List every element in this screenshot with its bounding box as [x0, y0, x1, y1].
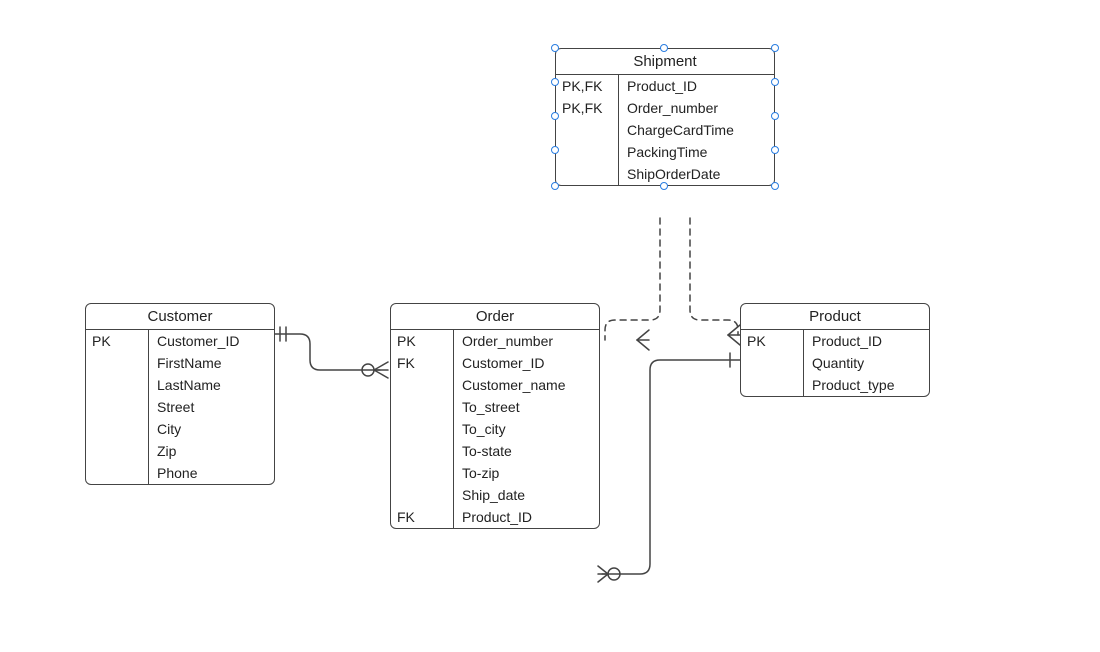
key-cell: FK	[391, 506, 454, 528]
key-cell	[86, 440, 149, 462]
field-cell: Product_type	[804, 374, 930, 396]
entity-product[interactable]: Product PKProduct_ID Quantity Product_ty…	[740, 303, 930, 397]
key-cell	[391, 462, 454, 484]
field-cell: To_street	[454, 396, 600, 418]
key-cell: PK,FK	[556, 97, 619, 119]
entity-fields: PKProduct_ID Quantity Product_type	[741, 330, 929, 396]
selection-handle[interactable]	[551, 78, 559, 86]
entity-order[interactable]: Order PKOrder_number FKCustomer_ID Custo…	[390, 303, 600, 529]
field-cell: Street	[149, 396, 275, 418]
field-cell: Phone	[149, 462, 275, 484]
key-cell	[391, 440, 454, 462]
entity-title: Customer	[86, 304, 274, 330]
field-cell: Customer_name	[454, 374, 600, 396]
key-cell	[741, 352, 804, 374]
field-cell: ShipOrderDate	[619, 163, 775, 185]
key-cell: FK	[391, 352, 454, 374]
key-cell	[391, 484, 454, 506]
key-cell: PK	[741, 330, 804, 352]
selection-handle[interactable]	[551, 182, 559, 190]
selection-handle[interactable]	[660, 44, 668, 52]
diagram-canvas[interactable]: Customer PKCustomer_ID FirstName LastNam…	[0, 0, 1100, 652]
key-cell: PK	[86, 330, 149, 352]
entity-title: Product	[741, 304, 929, 330]
key-cell: PK,FK	[556, 75, 619, 97]
field-cell: Product_ID	[804, 330, 930, 352]
key-cell	[741, 374, 804, 396]
entity-title: Order	[391, 304, 599, 330]
selection-handle[interactable]	[771, 78, 779, 86]
selection-handle[interactable]	[771, 112, 779, 120]
entity-fields: PKCustomer_ID FirstName LastName Street …	[86, 330, 274, 484]
key-cell: PK	[391, 330, 454, 352]
key-cell	[86, 462, 149, 484]
field-cell: City	[149, 418, 275, 440]
selection-handle[interactable]	[660, 182, 668, 190]
entity-customer[interactable]: Customer PKCustomer_ID FirstName LastNam…	[85, 303, 275, 485]
field-cell: Product_ID	[454, 506, 600, 528]
entity-shipment[interactable]: Shipment PK,FKProduct_ID PK,FKOrder_numb…	[555, 48, 775, 186]
entity-title: Shipment	[556, 49, 774, 75]
entity-fields: PK,FKProduct_ID PK,FKOrder_number Charge…	[556, 75, 774, 185]
key-cell	[391, 418, 454, 440]
field-cell: Order_number	[454, 330, 600, 352]
key-cell	[556, 163, 619, 185]
selection-handle[interactable]	[771, 182, 779, 190]
key-cell	[556, 119, 619, 141]
field-cell: Zip	[149, 440, 275, 462]
key-cell	[86, 418, 149, 440]
selection-handle[interactable]	[771, 44, 779, 52]
key-cell	[391, 374, 454, 396]
field-cell: ChargeCardTime	[619, 119, 775, 141]
selection-handle[interactable]	[551, 146, 559, 154]
field-cell: Customer_ID	[149, 330, 275, 352]
field-cell: FirstName	[149, 352, 275, 374]
field-cell: Order_number	[619, 97, 775, 119]
key-cell	[86, 352, 149, 374]
field-cell: To-zip	[454, 462, 600, 484]
key-cell	[86, 374, 149, 396]
field-cell: Quantity	[804, 352, 930, 374]
selection-handle[interactable]	[551, 112, 559, 120]
key-cell	[86, 396, 149, 418]
key-cell	[556, 141, 619, 163]
field-cell: LastName	[149, 374, 275, 396]
field-cell: Product_ID	[619, 75, 775, 97]
field-cell: Customer_ID	[454, 352, 600, 374]
entity-fields: PKOrder_number FKCustomer_ID Customer_na…	[391, 330, 599, 528]
key-cell	[391, 396, 454, 418]
field-cell: PackingTime	[619, 141, 775, 163]
field-cell: To-state	[454, 440, 600, 462]
field-cell: To_city	[454, 418, 600, 440]
selection-handle[interactable]	[771, 146, 779, 154]
selection-handle[interactable]	[551, 44, 559, 52]
field-cell: Ship_date	[454, 484, 600, 506]
